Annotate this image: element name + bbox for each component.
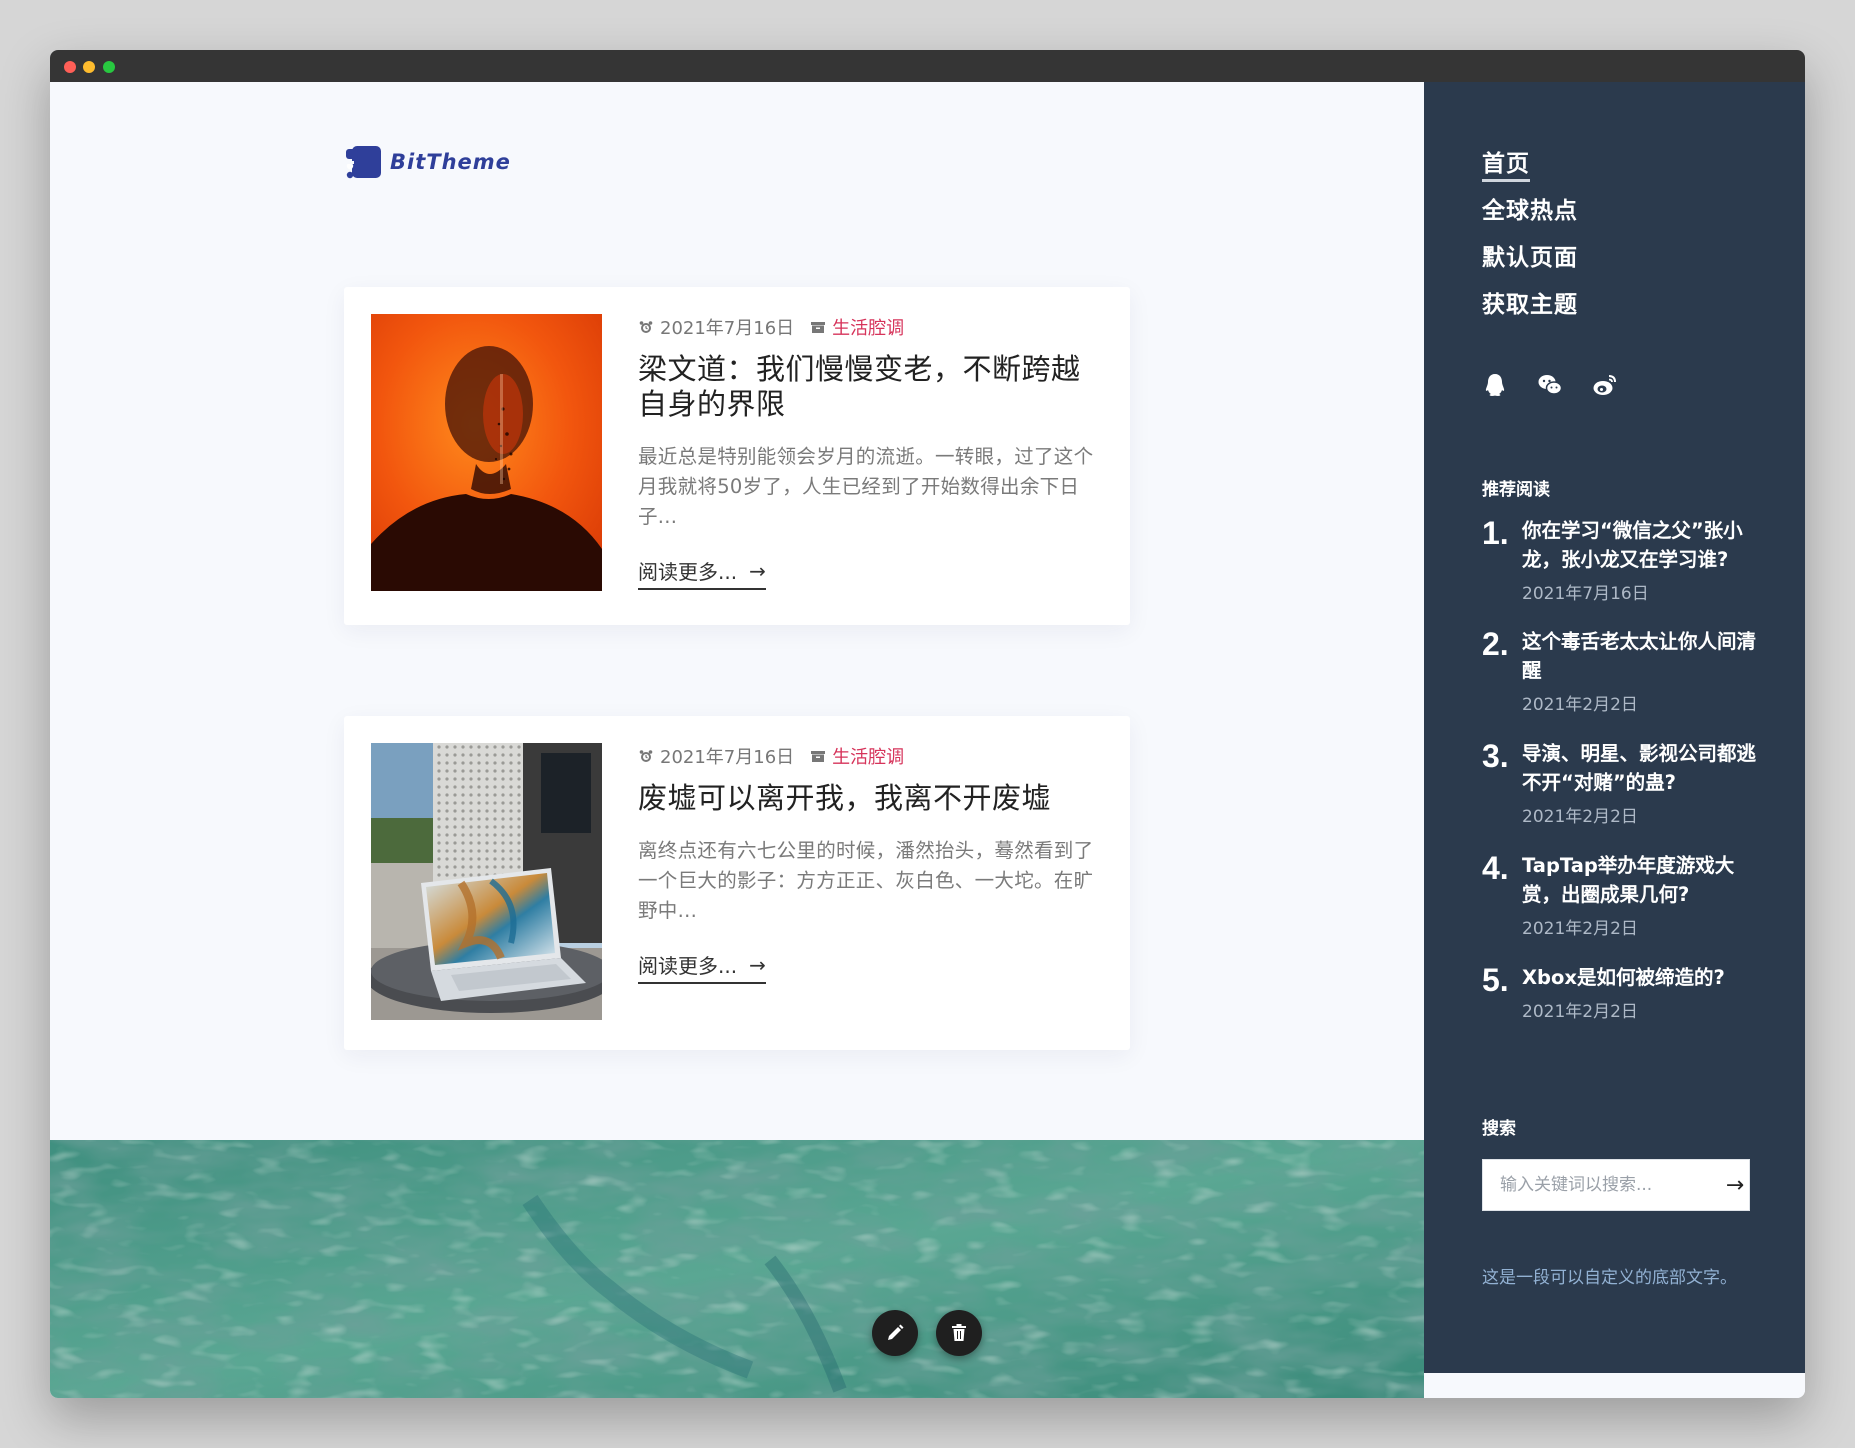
recommended-number: 1. bbox=[1482, 515, 1509, 551]
post-card-body: 2021年7月16日 生活腔调 梁文道：我们慢慢变老，不断跨越自身的界限 最近总… bbox=[638, 314, 1100, 590]
nav-item-global-hotspots[interactable]: 全球热点 bbox=[1482, 191, 1578, 238]
arrow-right-icon: → bbox=[749, 952, 766, 977]
archive-box-icon bbox=[811, 751, 826, 762]
recommended-number: 5. bbox=[1482, 962, 1509, 998]
recommended-item-date: 2021年7月16日 bbox=[1522, 584, 1649, 604]
recommended-item[interactable]: 4. TapTap举办年度游戏大赏，出圈成果几何? 2021年2月2日 bbox=[1482, 850, 1772, 963]
recommended-item-date: 2021年2月2日 bbox=[1522, 695, 1638, 715]
post-excerpt: 离终点还有六七公里的时候，潘然抬头，蓦然看到了一个巨大的影子：方方正正、灰白色、… bbox=[638, 839, 1094, 922]
recommended-item[interactable]: 2. 这个毒舌老太太让你人间清醒 2021年2月2日 bbox=[1482, 626, 1772, 739]
arrow-right-icon: → bbox=[749, 558, 766, 583]
read-more-label: 阅读更多... bbox=[638, 954, 738, 978]
recommended-item-date: 2021年2月2日 bbox=[1522, 919, 1638, 939]
weibo-icon[interactable] bbox=[1592, 372, 1618, 398]
search-input[interactable] bbox=[1483, 1164, 1721, 1206]
post-category-link[interactable]: 生活腔调 bbox=[832, 743, 904, 769]
post-card: 2021年7月16日 生活腔调 废墟可以离开我，我离不开废墟 离终点还有六七公里… bbox=[344, 716, 1130, 1050]
maximize-window-button[interactable] bbox=[103, 61, 115, 73]
wechat-icon[interactable] bbox=[1537, 372, 1563, 398]
post-card: 2021年7月16日 生活腔调 梁文道：我们慢慢变老，不断跨越自身的界限 最近总… bbox=[344, 287, 1130, 625]
edit-button[interactable] bbox=[872, 1310, 918, 1356]
post-category-link[interactable]: 生活腔调 bbox=[832, 314, 904, 340]
minimize-window-button[interactable] bbox=[83, 61, 95, 73]
search-title: 搜索 bbox=[1482, 1119, 1516, 1139]
post-card-body: 2021年7月16日 生活腔调 废墟可以离开我，我离不开废墟 离终点还有六七公里… bbox=[638, 743, 1100, 984]
qq-icon[interactable] bbox=[1482, 372, 1508, 398]
recommended-number: 3. bbox=[1482, 738, 1509, 774]
post-thumbnail[interactable] bbox=[371, 743, 602, 1020]
recommended-item[interactable]: 3. 导演、明星、影视公司都逃不开“对赌”的蛊? 2021年2月2日 bbox=[1482, 738, 1772, 851]
portrait-photo bbox=[371, 314, 602, 591]
main-nav: 首页 全球热点 默认页面 获取主题 bbox=[1482, 144, 1578, 332]
search-submit-button[interactable]: → bbox=[1721, 1161, 1749, 1209]
nav-item-default-page[interactable]: 默认页面 bbox=[1482, 238, 1578, 285]
recommended-item-title[interactable]: 这个毒舌老太太让你人间清醒 bbox=[1522, 627, 1772, 685]
post-date: 2021年7月16日 bbox=[660, 318, 795, 339]
sidebar: 首页 全球热点 默认页面 获取主题 推荐阅读 1. 你在学习“微信之父”张小龙，… bbox=[1424, 82, 1805, 1373]
trash-icon bbox=[952, 1324, 966, 1341]
logo-text: BitTheme bbox=[390, 150, 511, 174]
water-photo bbox=[50, 1140, 1424, 1398]
footer-hero-image bbox=[50, 1140, 1424, 1398]
post-meta: 2021年7月16日 生活腔调 bbox=[638, 314, 1100, 340]
recommended-item-date: 2021年2月2日 bbox=[1522, 807, 1638, 827]
post-meta: 2021年7月16日 生活腔调 bbox=[638, 743, 1100, 769]
read-more-label: 阅读更多... bbox=[638, 560, 738, 584]
delete-button[interactable] bbox=[936, 1310, 982, 1356]
site-logo[interactable]: BitTheme bbox=[346, 142, 511, 182]
social-links bbox=[1482, 372, 1647, 398]
alarm-clock-icon bbox=[639, 750, 653, 762]
post-excerpt: 最近总是特别能领会岁月的流逝。一转眼，过了这个月我就将50岁了，人生已经到了开始… bbox=[638, 445, 1094, 528]
footer-text: 这是一段可以自定义的底部文字。 bbox=[1482, 1268, 1737, 1288]
pencil-icon bbox=[888, 1324, 904, 1340]
recommended-item-title[interactable]: Xbox是如何被缔造的? bbox=[1522, 963, 1772, 992]
post-thumbnail[interactable] bbox=[371, 314, 602, 591]
recommended-item-title[interactable]: 导演、明星、影视公司都逃不开“对赌”的蛊? bbox=[1522, 739, 1772, 797]
recommended-item-title[interactable]: 你在学习“微信之父”张小龙，张小龙又在学习谁? bbox=[1522, 516, 1772, 574]
recommended-title: 推荐阅读 bbox=[1482, 480, 1550, 500]
search-form: → bbox=[1482, 1159, 1750, 1211]
post-date: 2021年7月16日 bbox=[660, 747, 795, 768]
recommended-item-title[interactable]: TapTap举办年度游戏大赏，出圈成果几何? bbox=[1522, 851, 1772, 909]
laptop-photo bbox=[371, 743, 602, 1020]
window-titlebar bbox=[50, 50, 1805, 82]
alarm-clock-icon bbox=[639, 321, 653, 333]
read-more-link[interactable]: 阅读更多... → bbox=[638, 950, 766, 984]
recommended-item[interactable]: 5. Xbox是如何被缔造的? 2021年2月2日 bbox=[1482, 962, 1772, 1022]
recommended-number: 4. bbox=[1482, 850, 1509, 886]
recommended-item[interactable]: 1. 你在学习“微信之父”张小龙，张小龙又在学习谁? 2021年7月16日 bbox=[1482, 515, 1772, 627]
archive-box-icon bbox=[811, 322, 826, 333]
read-more-link[interactable]: 阅读更多... → bbox=[638, 556, 766, 590]
recommended-item-date: 2021年2月2日 bbox=[1522, 1002, 1638, 1022]
post-title[interactable]: 废墟可以离开我，我离不开废墟 bbox=[638, 781, 1100, 816]
close-window-button[interactable] bbox=[64, 61, 76, 73]
sidebar-bottom-strip bbox=[1424, 1373, 1805, 1398]
browser-window: BitTheme 2021年7月16日 生活腔调 梁文道：我们慢慢变老，不断跨越… bbox=[50, 50, 1805, 1398]
recommended-list: 1. 你在学习“微信之父”张小龙，张小龙又在学习谁? 2021年7月16日 2.… bbox=[1482, 515, 1772, 1022]
nav-item-home[interactable]: 首页 bbox=[1482, 144, 1578, 191]
recommended-number: 2. bbox=[1482, 626, 1509, 662]
logo-mark-icon bbox=[346, 146, 381, 179]
nav-item-get-theme[interactable]: 获取主题 bbox=[1482, 285, 1578, 332]
post-title[interactable]: 梁文道：我们慢慢变老，不断跨越自身的界限 bbox=[638, 352, 1100, 422]
